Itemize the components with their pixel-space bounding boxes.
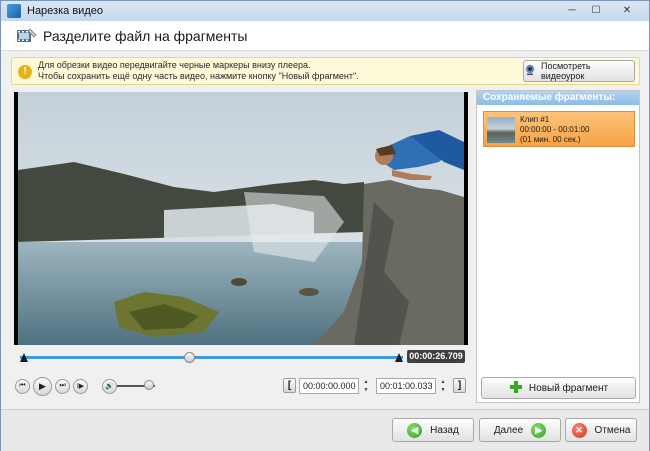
playback-controls: ⏮ ▶ ⏭ I▶ 🔊: [15, 376, 117, 396]
fragments-header: Сохраняемые фрагменты:: [477, 91, 639, 105]
info-line-2: Чтобы сохранить ещё одну часть видео, на…: [38, 71, 359, 81]
step-frame-button[interactable]: I▶: [73, 378, 88, 394]
close-button[interactable]: ✕: [609, 3, 645, 18]
fragment-title: Клип #1: [520, 115, 550, 124]
fragment-duration: (01 мин. 00 сек.): [520, 135, 581, 144]
info-icon: !: [18, 65, 32, 79]
fragment-range: 00:00:00 - 00:01:00: [520, 125, 590, 134]
back-button[interactable]: ◀ Назад: [392, 418, 474, 442]
video-preview[interactable]: [14, 92, 468, 345]
page-header: Разделите файл на фрагменты: [1, 21, 649, 51]
maximize-button[interactable]: ☐: [585, 3, 607, 18]
playhead[interactable]: [183, 352, 195, 363]
cancel-button[interactable]: ✕ Отмена: [565, 418, 637, 442]
watch-lesson-button[interactable]: Посмотреть видеоурок: [523, 60, 635, 82]
next-label: Далее: [493, 424, 524, 436]
info-bar: ! Для обрезки видео передвигайте черные …: [11, 57, 640, 85]
end-marker[interactable]: [395, 353, 403, 362]
next-step-button[interactable]: Далее ▶: [479, 418, 561, 442]
info-text: Для обрезки видео передвигайте черные ма…: [38, 60, 359, 82]
info-line-1: Для обрезки видео передвигайте черные ма…: [38, 60, 311, 70]
play-button[interactable]: ▶: [33, 376, 52, 396]
set-end-marker-button[interactable]: ]: [453, 378, 466, 393]
film-cut-icon: [7, 4, 21, 18]
arrow-right-icon: ▶: [531, 422, 547, 438]
volume-button[interactable]: 🔊: [102, 378, 117, 394]
cross-icon: ✕: [571, 422, 587, 438]
end-time-input[interactable]: [376, 378, 436, 394]
start-marker[interactable]: [20, 353, 28, 362]
footer-bar: ◀ Назад Далее ▶ ✕ Отмена: [1, 409, 649, 451]
new-fragment-button[interactable]: Новый фрагмент: [481, 377, 636, 399]
current-time-display: 00:00:26.709: [407, 350, 465, 363]
window-controls: ─ ☐ ✕: [561, 3, 645, 18]
prev-button[interactable]: ⏮: [15, 378, 30, 394]
start-time-input[interactable]: [299, 378, 359, 394]
timeline[interactable]: [20, 351, 403, 365]
volume-slider-knob[interactable]: [144, 380, 155, 390]
fragment-item[interactable]: Клип #1 00:00:00 - 00:01:00 (01 мин. 00 …: [483, 111, 635, 147]
watch-lesson-label: Посмотреть видеоурок: [541, 61, 591, 81]
next-button[interactable]: ⏭: [55, 378, 70, 394]
new-fragment-label: Новый фрагмент: [528, 382, 609, 394]
set-start-marker-button[interactable]: [: [283, 378, 296, 393]
fragment-info: Клип #1 00:00:00 - 00:01:00 (01 мин. 00 …: [520, 115, 589, 145]
cancel-label: Отмена: [594, 424, 631, 436]
title-bar[interactable]: Нарезка видео ─ ☐ ✕: [1, 1, 649, 21]
plus-icon: [509, 380, 523, 397]
page-title: Разделите файл на фрагменты: [43, 27, 248, 44]
timeline-track[interactable]: [20, 356, 403, 359]
window-title: Нарезка видео: [27, 5, 103, 17]
webcam-icon: [524, 64, 536, 78]
minimize-button[interactable]: ─: [561, 3, 583, 18]
end-time-spinner[interactable]: ▲ ▼: [438, 378, 448, 394]
film-strip-icon: [15, 26, 37, 46]
app-window: Нарезка видео ─ ☐ ✕ Разделите файл на фр…: [0, 0, 650, 451]
fragment-thumbnail: [487, 117, 515, 143]
video-frame-image: [14, 92, 468, 345]
arrow-left-icon: ◀: [407, 422, 423, 438]
back-label: Назад: [430, 424, 459, 436]
fragments-panel: Сохраняемые фрагменты: Клип #1 00:00:00 …: [476, 90, 640, 403]
start-time-spinner[interactable]: ▲ ▼: [361, 378, 371, 394]
